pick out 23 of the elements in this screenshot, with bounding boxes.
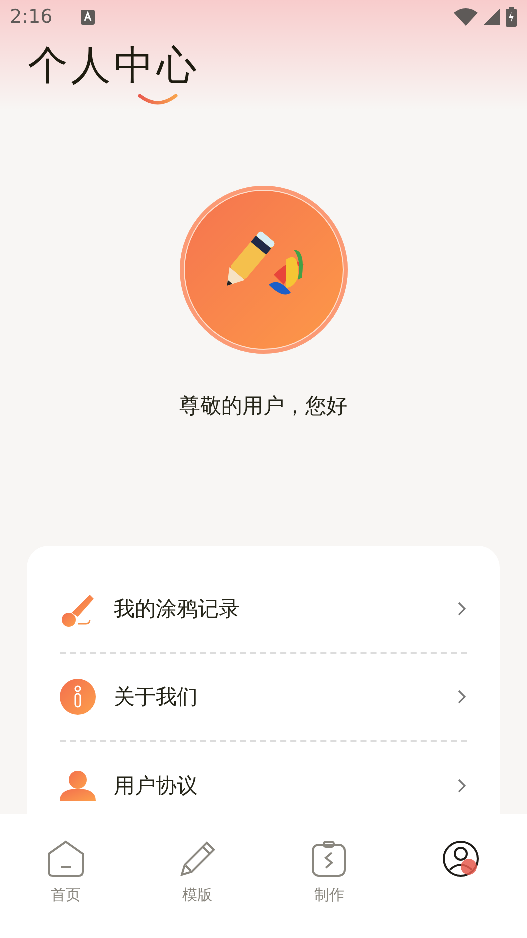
keyboard-icon	[80, 10, 95, 24]
signal-icon	[484, 9, 500, 25]
greeting-text: 尊敬的用户，您好	[180, 393, 348, 420]
menu-item[interactable]: 关于我们	[60, 654, 467, 742]
menu-item[interactable]: 我的涂鸦记录	[60, 566, 467, 654]
chevron-icon	[457, 778, 467, 794]
nav-tab[interactable]: 首页	[0, 814, 132, 938]
profile-icon	[442, 840, 480, 878]
battery-icon	[506, 7, 517, 27]
user-icon	[60, 771, 96, 801]
chevron-icon	[457, 689, 467, 705]
wifi-icon	[454, 8, 478, 26]
page-title: 个人中心	[28, 42, 200, 91]
nav-tab[interactable]: 制作	[264, 814, 396, 938]
chevron-icon	[457, 601, 467, 617]
status-time: 2:16	[10, 6, 53, 28]
home-icon	[46, 840, 85, 878]
menu-item[interactable]: 用户协议	[60, 742, 467, 802]
smile-icon	[138, 94, 178, 106]
clipboard-icon	[310, 840, 348, 878]
info-icon	[60, 679, 96, 715]
pencil-icon	[178, 840, 217, 878]
nav-tab[interactable]: 模版	[132, 814, 264, 938]
